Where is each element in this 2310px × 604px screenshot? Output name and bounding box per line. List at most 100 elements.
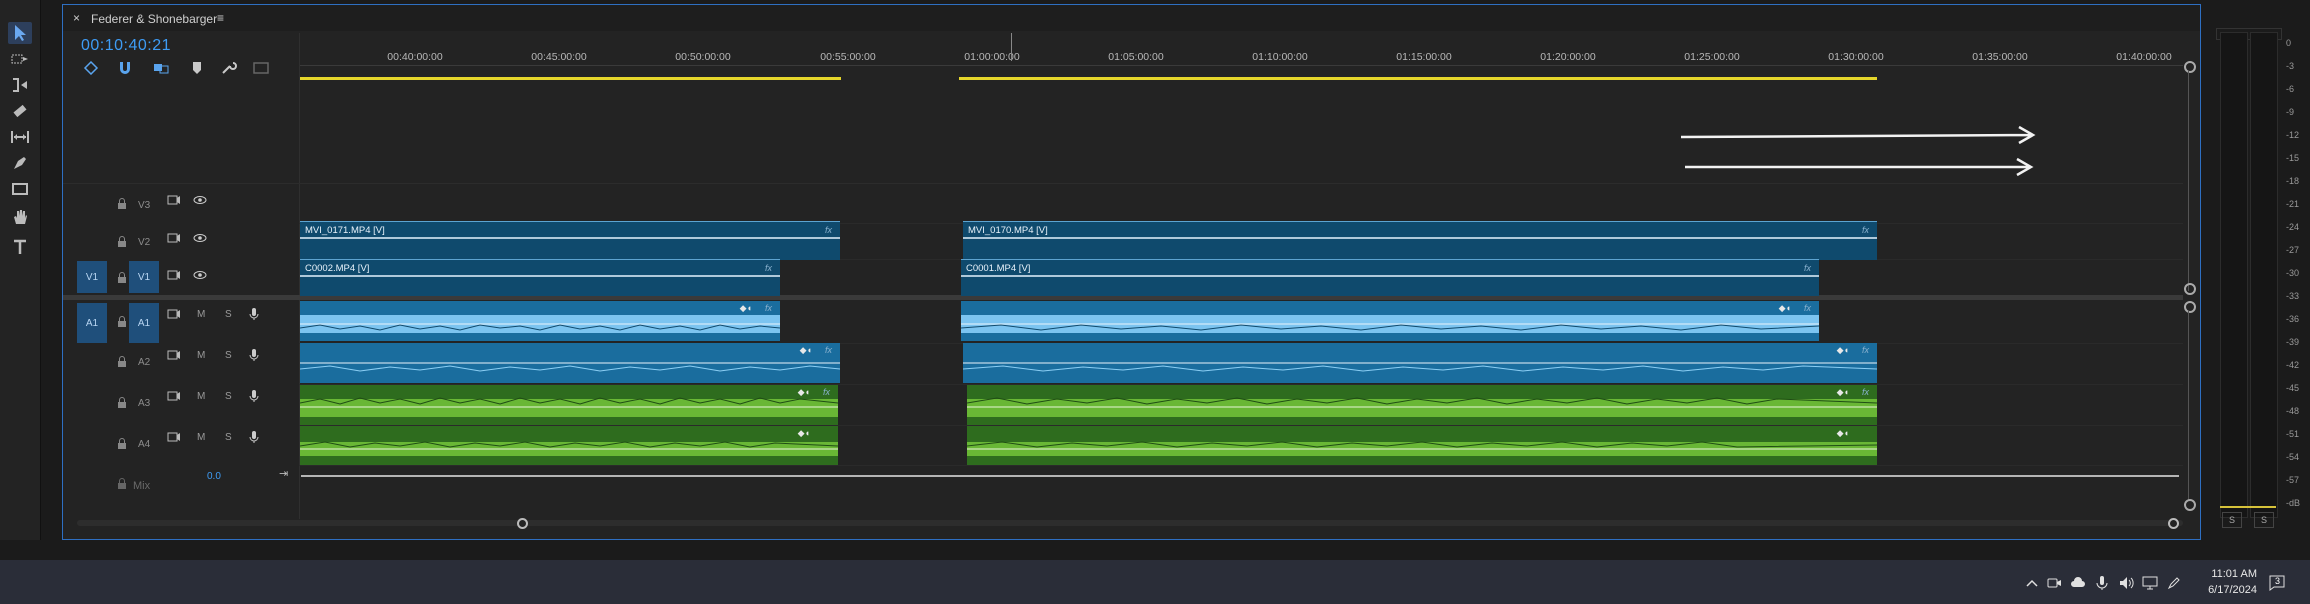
- work-area-bar[interactable]: [959, 77, 1877, 80]
- solo-button[interactable]: S: [225, 391, 232, 402]
- video-vertical-scrollbar[interactable]: [2188, 71, 2189, 291]
- master-volume-line[interactable]: [301, 475, 2179, 477]
- type-tool-icon[interactable]: [8, 236, 32, 258]
- eye-icon[interactable]: [193, 268, 207, 282]
- audio-clip[interactable]: ◆◖: [967, 426, 1877, 465]
- hand-tool-icon[interactable]: [8, 206, 32, 228]
- panel-menu-icon[interactable]: ≡: [217, 11, 224, 25]
- audio-clip[interactable]: ◆◖ fx: [961, 301, 1819, 341]
- solo-button[interactable]: S: [225, 432, 232, 443]
- track-label-a3[interactable]: A3: [138, 398, 150, 409]
- lock-icon[interactable]: [115, 197, 129, 211]
- toggle-sync-lock-icon[interactable]: [167, 389, 181, 403]
- solo-right-button[interactable]: S: [2254, 512, 2274, 528]
- toggle-sync-lock-icon[interactable]: [167, 430, 181, 444]
- audio-clip[interactable]: ◆◖ fx: [300, 385, 838, 425]
- timeline-settings-wrench-icon[interactable]: [221, 61, 237, 75]
- track-label-a4[interactable]: A4: [138, 439, 150, 450]
- zoom-handle-left[interactable]: [517, 518, 528, 529]
- toggle-sync-lock-icon[interactable]: [167, 231, 181, 245]
- zoom-handle-right[interactable]: [2168, 518, 2179, 529]
- solo-button[interactable]: S: [225, 350, 232, 361]
- ripple-edit-tool-icon[interactable]: [8, 74, 32, 96]
- pen-tool-icon[interactable]: [8, 152, 32, 174]
- slip-tool-icon[interactable]: [8, 126, 32, 148]
- microphone-icon[interactable]: [247, 389, 261, 403]
- track-label-mix[interactable]: Mix: [133, 480, 150, 492]
- video-clip[interactable]: MVI_0171.MP4 [V] fx: [300, 221, 840, 260]
- zoom-scrollbar[interactable]: [77, 520, 2183, 526]
- show-hidden-icons-chevron-icon[interactable]: [2024, 575, 2040, 596]
- playhead-timecode[interactable]: 00:10:40:21: [81, 37, 171, 55]
- video-clip[interactable]: C0002.MP4 [V] fx: [300, 259, 780, 296]
- track-label-v1[interactable]: V1: [129, 261, 159, 293]
- video-clip[interactable]: MVI_0170.MP4 [V] fx: [963, 221, 1877, 260]
- toggle-sync-lock-icon[interactable]: [167, 193, 181, 207]
- track-label-v2[interactable]: V2: [138, 237, 150, 248]
- audio-clip[interactable]: ◆◖ fx: [300, 343, 840, 383]
- lock-icon[interactable]: [115, 396, 129, 410]
- video-scroll-top-handle[interactable]: [2184, 61, 2196, 73]
- snap-magnet-icon[interactable]: [117, 61, 133, 75]
- nest-sequences-icon[interactable]: [83, 60, 99, 76]
- rectangle-tool-icon[interactable]: [8, 178, 32, 200]
- close-tab-icon[interactable]: ×: [73, 11, 80, 25]
- video-clip[interactable]: C0001.MP4 [V] fx: [961, 259, 1819, 296]
- toggle-sync-lock-icon[interactable]: [167, 268, 181, 282]
- lock-icon[interactable]: [115, 477, 129, 491]
- add-marker-icon[interactable]: [189, 61, 205, 75]
- display-tray-icon[interactable]: [2142, 575, 2158, 596]
- lock-icon[interactable]: [115, 315, 129, 329]
- mute-button[interactable]: M: [197, 350, 205, 361]
- linked-selection-icon[interactable]: [153, 61, 169, 75]
- mute-button[interactable]: M: [197, 391, 205, 402]
- track-select-tool-icon[interactable]: [8, 48, 32, 70]
- mute-button[interactable]: M: [197, 432, 205, 443]
- microphone-icon[interactable]: [247, 307, 261, 321]
- audio-vertical-scrollbar[interactable]: [2188, 311, 2189, 501]
- lock-icon[interactable]: [115, 355, 129, 369]
- audio-clip[interactable]: ◆◖ fx: [963, 343, 1877, 383]
- volume-tray-icon[interactable]: [2118, 575, 2134, 596]
- keyframe-icon[interactable]: ◆◖: [1779, 303, 1791, 314]
- lock-icon[interactable]: [115, 235, 129, 249]
- meeting-app-tray-icon[interactable]: [2046, 575, 2062, 596]
- track-label-v3[interactable]: V3: [138, 200, 150, 211]
- eye-icon[interactable]: [193, 193, 207, 207]
- solo-button[interactable]: S: [225, 309, 232, 320]
- audio-clip[interactable]: ◆◖: [300, 426, 838, 465]
- system-clock[interactable]: 11:01 AM 6/17/2024: [2167, 566, 2257, 598]
- microphone-icon[interactable]: [247, 430, 261, 444]
- notification-center-icon[interactable]: 3: [2268, 574, 2288, 592]
- keyframe-icon[interactable]: ◆◖: [798, 428, 810, 439]
- keyframe-icon[interactable]: ◆◖: [1837, 345, 1849, 356]
- playhead-line[interactable]: [1011, 33, 1012, 61]
- track-label-a2[interactable]: A2: [138, 357, 150, 368]
- mix-volume-value[interactable]: 0.0: [207, 471, 221, 482]
- go-to-end-icon[interactable]: ⇥: [279, 467, 288, 480]
- keyframe-icon[interactable]: ◆◖: [798, 387, 810, 398]
- sequence-tab-title[interactable]: Federer & Shonebarger: [91, 12, 217, 26]
- source-patch-a1[interactable]: A1: [77, 303, 107, 343]
- keyframe-icon[interactable]: ◆◖: [1837, 387, 1849, 398]
- keyframe-icon[interactable]: ◆◖: [740, 303, 752, 314]
- source-patch-v1[interactable]: V1: [77, 261, 107, 293]
- audio-clip[interactable]: ◆◖ fx: [967, 385, 1877, 425]
- solo-left-button[interactable]: S: [2222, 512, 2242, 528]
- lock-icon[interactable]: [115, 271, 129, 285]
- selection-tool-icon[interactable]: [8, 22, 32, 44]
- cloud-sync-tray-icon[interactable]: [2070, 575, 2086, 596]
- keyframe-icon[interactable]: ◆◖: [1837, 428, 1849, 439]
- work-area-bar[interactable]: [299, 77, 841, 80]
- toggle-sync-lock-icon[interactable]: [167, 307, 181, 321]
- razor-tool-icon[interactable]: [8, 100, 32, 122]
- microphone-tray-icon[interactable]: [2094, 575, 2110, 596]
- mute-button[interactable]: M: [197, 309, 205, 320]
- audio-clip[interactable]: ◆◖ fx: [300, 301, 780, 341]
- track-label-a1[interactable]: A1: [129, 303, 159, 343]
- audio-scroll-top-handle[interactable]: [2184, 301, 2196, 313]
- toggle-sync-lock-icon[interactable]: [167, 348, 181, 362]
- audio-scroll-bottom-handle[interactable]: [2184, 499, 2196, 511]
- eye-icon[interactable]: [193, 231, 207, 245]
- captions-icon[interactable]: [253, 61, 269, 75]
